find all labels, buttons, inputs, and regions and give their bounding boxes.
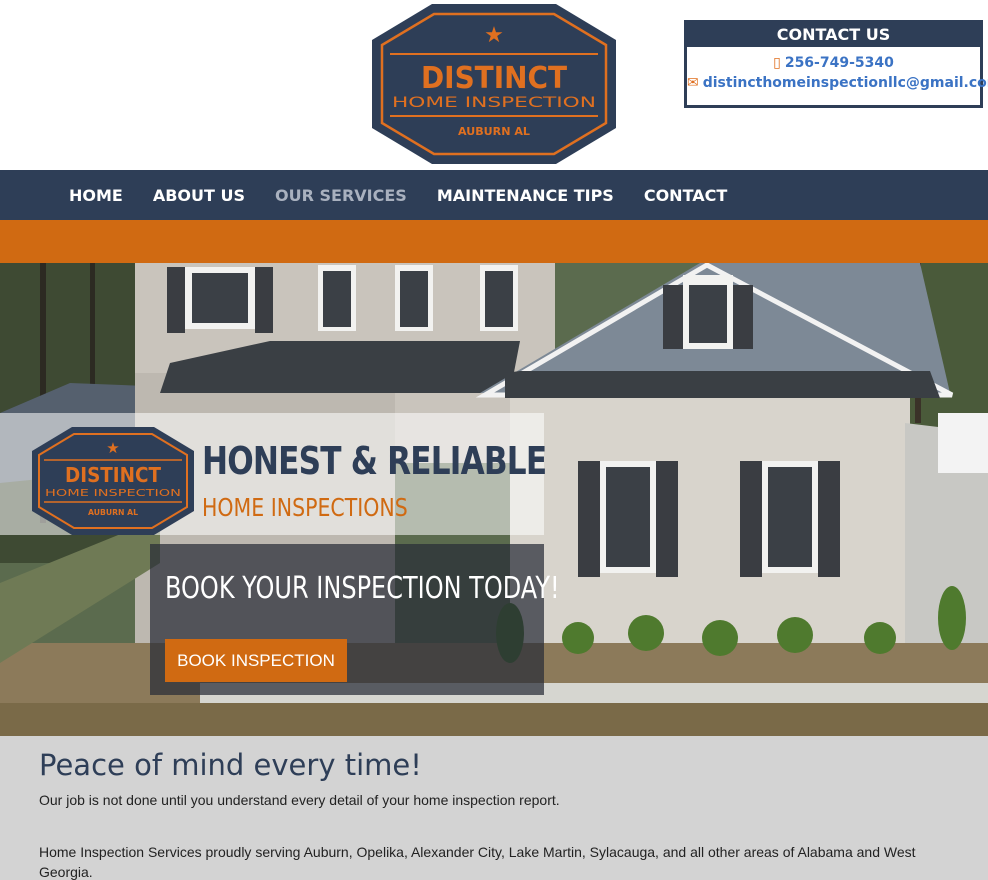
nav-item-home[interactable]: HOME [54,186,138,205]
hero-logo-title: DISTINCT [65,463,161,487]
nav-item-maintenance-tips[interactable]: MAINTENANCE TIPS [422,186,629,205]
site-logo[interactable]: ★ DISTINCT HOME INSPECTION AUBURN AL [370,2,618,166]
contact-phone[interactable]: ▯ 256-749-5340 [687,55,980,71]
book-inspection-button[interactable]: BOOK INSPECTION [165,639,347,682]
nav-item-about-us[interactable]: ABOUT US [138,186,260,205]
phone-number[interactable]: 256-749-5340 [785,55,894,71]
hero-title: HONEST & RELIABLE [202,439,547,483]
intro-paragraph: Our job is not done until you understand… [39,792,560,808]
main-nav: HOME ABOUT US OUR SERVICES MAINTENANCE T… [0,170,988,220]
contact-box: CONTACT US ▯ 256-749-5340 ✉ distincthomein… [684,20,988,108]
svg-text:★: ★ [484,23,504,48]
service-area-paragraph: Home Inspection Services proudly serving… [39,844,916,880]
booking-panel: BOOK YOUR INSPECTION TODAY! BOOK INSPECT… [150,544,560,695]
svg-text:★: ★ [106,439,119,457]
nav-item-our-services[interactable]: OUR SERVICES [260,186,422,205]
contact-heading: CONTACT US [687,23,980,47]
booking-heading: BOOK YOUR INSPECTION TODAY! [165,571,560,606]
intro-section: Peace of mind every time! Our job is not… [0,736,988,880]
accent-bar [0,220,988,263]
contact-email[interactable]: ✉ distincthomeinspectionllc@gmail.com [687,75,988,91]
hero-subtitle: HOME INSPECTIONS [202,493,408,522]
hero-banner: ★ DISTINCT HOME INSPECTION AUBURN AL HON… [0,413,547,535]
envelope-icon: ✉ [687,75,699,91]
logo-subtitle: HOME INSPECTION [392,95,596,111]
nav-item-contact[interactable]: CONTACT [629,186,742,205]
mobile-phone-icon: ▯ [773,55,781,71]
logo-title: DISTINCT [421,61,568,96]
hero-section: ★ DISTINCT HOME INSPECTION AUBURN AL HON… [0,263,988,736]
email-link[interactable]: distincthomeinspectionllc@gmail.com [703,75,988,91]
hero-logo-subtitle: HOME INSPECTION [45,488,181,499]
logo-location: AUBURN AL [458,125,530,138]
hero-logo-location: AUBURN AL [88,508,138,517]
site-header: ★ DISTINCT HOME INSPECTION AUBURN AL CON… [0,0,988,170]
hero-logo: ★ DISTINCT HOME INSPECTION AUBURN AL [32,427,194,535]
intro-heading: Peace of mind every time! [39,748,422,782]
